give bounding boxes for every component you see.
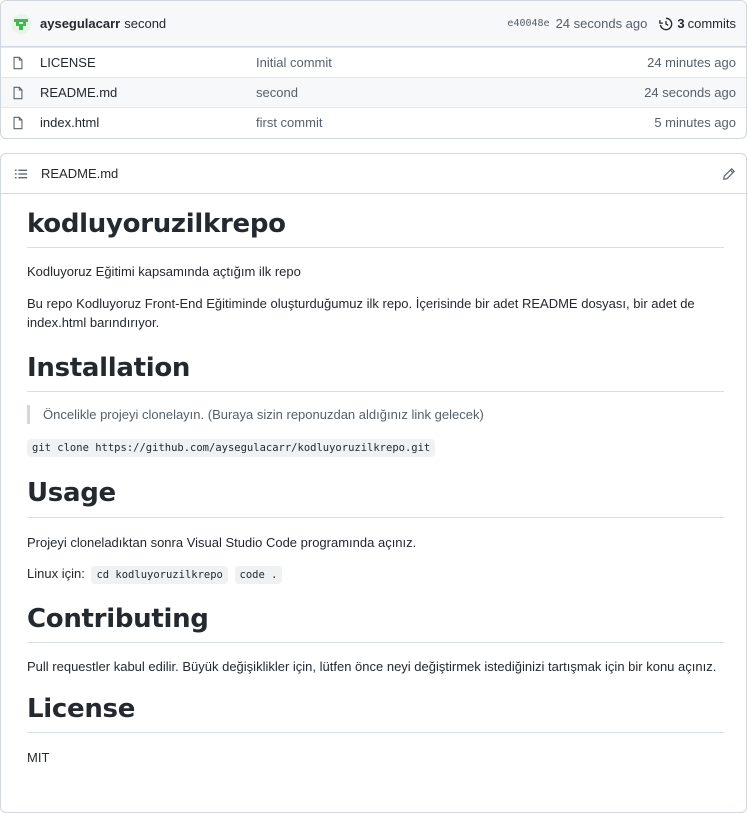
history-icon[interactable] (659, 17, 673, 31)
readme-intro: Kodluyoruz Eğitimi kapsamında açtığım il… (27, 264, 301, 280)
readme-title-heading: kodluyoruzilkrepo (27, 209, 724, 249)
usage-linux-line: Linux için: cd kodluyoruzilkrepo code . (27, 564, 724, 585)
readme-description: Bu repo Kodluyoruz Front-End Eğitiminde … (27, 296, 695, 331)
commit-sha-link[interactable]: e40048e (507, 18, 549, 29)
file-row-readme[interactable]: README.md second 24 seconds ago (1, 77, 746, 107)
file-name-link[interactable]: LICENSE (40, 55, 256, 70)
linux-label: Linux için: (27, 565, 85, 581)
file-browser: aysegulacarr second e40048e 24 seconds a… (0, 0, 747, 139)
contributing-text: Pull requestler kabul edilir. Büyük deği… (27, 658, 717, 674)
readme-panel: README.md kodluyoruzilkrepo Kodluyoruz E… (0, 153, 747, 813)
installation-quote: Öncelikle projeyi clonelayın. (Buraya si… (27, 405, 724, 425)
code-command: code . (234, 565, 283, 584)
commit-count[interactable]: 3 (677, 16, 684, 31)
file-age: 24 minutes ago (647, 55, 736, 70)
license-text: MIT (27, 749, 50, 765)
readme-filename[interactable]: README.md (41, 166, 118, 181)
file-row-license[interactable]: LICENSE Initial commit 24 minutes ago (1, 47, 746, 77)
avatar[interactable] (11, 13, 31, 34)
file-commit-link[interactable]: second (256, 85, 644, 100)
commit-message-link[interactable]: second (124, 16, 166, 31)
installation-heading: Installation (27, 353, 724, 393)
file-age: 5 minutes ago (654, 115, 736, 130)
file-icon (13, 86, 23, 99)
file-icon (13, 56, 23, 69)
git-clone-command: git clone https://github.com/aysegulacar… (27, 439, 436, 458)
usage-text: Projeyi cloneladıktan sonra Visual Studi… (27, 534, 417, 550)
commit-count-label[interactable]: commits (688, 16, 736, 31)
list-icon[interactable] (14, 167, 28, 181)
contributing-heading: Contributing (27, 604, 724, 643)
usage-heading: Usage (27, 478, 724, 518)
avatar-icon (14, 18, 28, 30)
file-commit-link[interactable]: first commit (256, 115, 654, 130)
latest-commit-bar: aysegulacarr second e40048e 24 seconds a… (1, 1, 746, 47)
cd-command: cd kodluyoruzilkrepo (91, 565, 228, 584)
file-icon (13, 116, 23, 129)
file-age: 24 seconds ago (644, 85, 736, 100)
readme-header: README.md (1, 154, 746, 194)
license-heading: License (27, 694, 724, 733)
file-row-index[interactable]: index.html first commit 5 minutes ago (1, 107, 746, 137)
pencil-icon[interactable] (722, 167, 736, 181)
file-name-link[interactable]: index.html (40, 115, 256, 130)
file-commit-link[interactable]: Initial commit (256, 55, 647, 70)
commit-author-link[interactable]: aysegulacarr (40, 16, 120, 31)
commit-time: 24 seconds ago (555, 16, 648, 31)
readme-content: kodluyoruzilkrepo Kodluyoruz Eğitimi kap… (1, 209, 746, 767)
file-name-link[interactable]: README.md (40, 85, 256, 100)
